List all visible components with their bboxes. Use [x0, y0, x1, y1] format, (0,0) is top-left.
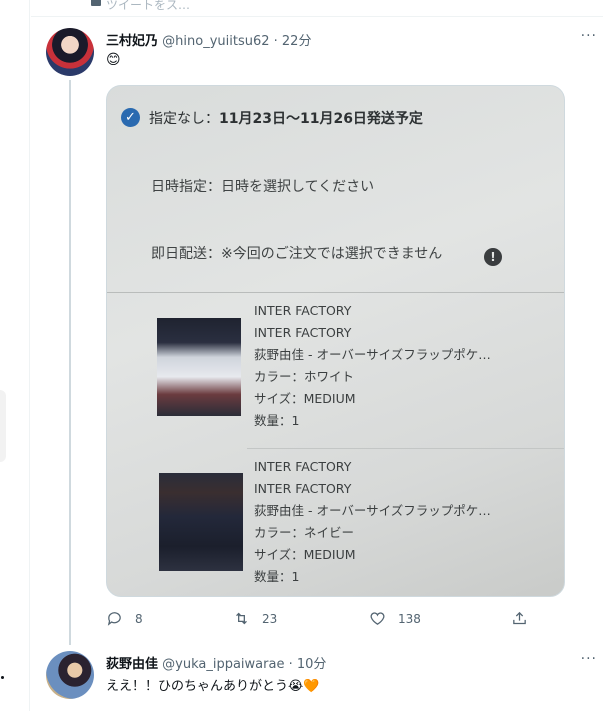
tweet[interactable]: 三村妃乃 @hino_yuiitsu62 · 22分 ··· 😊 ✓ 指定なし：…: [31, 18, 603, 645]
exclamation-icon: !: [484, 248, 502, 266]
product-info: INTER FACTORY INTER FACTORY 荻野由佳 - オーバーサ…: [254, 300, 491, 432]
heart-icon: [370, 612, 385, 625]
delivery-datetime: 日時指定：日時を選択してください: [151, 179, 375, 195]
divider: [107, 292, 564, 293]
avatar[interactable]: [46, 651, 94, 699]
tweet-text: 😊: [106, 52, 121, 68]
share-icon: [513, 611, 526, 625]
checkmark-icon: ✓: [121, 108, 140, 127]
product-image-navy: [159, 473, 243, 571]
tweet-header: 荻野由佳 @yuka_ippaiwarae · 10分: [106, 653, 326, 672]
share-button[interactable]: [511, 610, 528, 627]
product-color: カラー：ネイビー: [254, 525, 355, 540]
retweet-count: 23: [262, 611, 278, 626]
delivery-label: 指定なし：: [149, 111, 219, 127]
tweet-header: 三村妃乃 @hino_yuiitsu62 · 22分: [106, 30, 311, 49]
divider: [247, 448, 564, 449]
tweet-image[interactable]: ✓ 指定なし：11月23日〜11月26日発送予定 日時指定：日時を選択してくださ…: [106, 85, 565, 597]
product-maker: INTER FACTORY: [254, 325, 352, 340]
previous-tweet-text: ツイートをス…: [106, 0, 191, 12]
reply-count: 8: [135, 611, 143, 626]
reply-button[interactable]: 8: [106, 610, 143, 627]
left-gutter: [0, 0, 30, 711]
product-color: カラー：ホワイト: [254, 369, 355, 384]
retweet-button[interactable]: 23: [233, 610, 277, 627]
product-brand: INTER FACTORY: [254, 303, 352, 318]
like-count: 138: [398, 611, 421, 626]
tweet-text: ええ！！ひのちゃんありがとう😭🧡: [106, 679, 320, 694]
reply-icon: [107, 612, 121, 626]
delivery-option-none: 指定なし：11月23日〜11月26日発送予定: [149, 108, 423, 128]
display-name[interactable]: 三村妃乃: [106, 34, 158, 49]
scroll-affordance: [0, 390, 6, 462]
more-options-icon[interactable]: ···: [581, 651, 597, 667]
more-dot[interactable]: [1, 676, 4, 679]
previous-tweet-fragment: ツイートをス…: [31, 0, 603, 17]
thread-icon: [91, 0, 101, 6]
avatar[interactable]: [46, 28, 94, 76]
same-day-delivery: 即日配送：※今回のご注文では選択できません: [151, 246, 443, 262]
product-quantity: 数量：1: [254, 569, 300, 584]
tweet[interactable]: 荻野由佳 @yuka_ippaiwarae · 10分 ··· ええ！！ひのちゃ…: [31, 641, 603, 711]
product-name: 荻野由佳 - オーバーサイズフラップポケ…: [254, 347, 491, 362]
product-name: 荻野由佳 - オーバーサイズフラップポケ…: [254, 503, 491, 518]
product-size: サイズ：MEDIUM: [254, 547, 356, 562]
like-button[interactable]: 138: [369, 610, 421, 627]
thread-line: [69, 80, 71, 645]
product-brand: INTER FACTORY: [254, 459, 352, 474]
retweet-icon: [236, 612, 247, 625]
handle-and-time[interactable]: @hino_yuiitsu62 · 22分: [162, 34, 311, 49]
delivery-dates: 11月23日〜11月26日発送予定: [219, 111, 423, 127]
handle-and-time[interactable]: @yuka_ippaiwarae · 10分: [162, 657, 326, 672]
more-options-icon[interactable]: ···: [581, 28, 597, 44]
product-image-white: [157, 318, 241, 416]
product-quantity: 数量：1: [254, 413, 300, 428]
product-info: INTER FACTORY INTER FACTORY 荻野由佳 - オーバーサ…: [254, 456, 491, 588]
display-name[interactable]: 荻野由佳: [106, 657, 158, 672]
product-maker: INTER FACTORY: [254, 481, 352, 496]
product-size: サイズ：MEDIUM: [254, 391, 356, 406]
tweet-actions: 8 23 138: [106, 610, 546, 630]
